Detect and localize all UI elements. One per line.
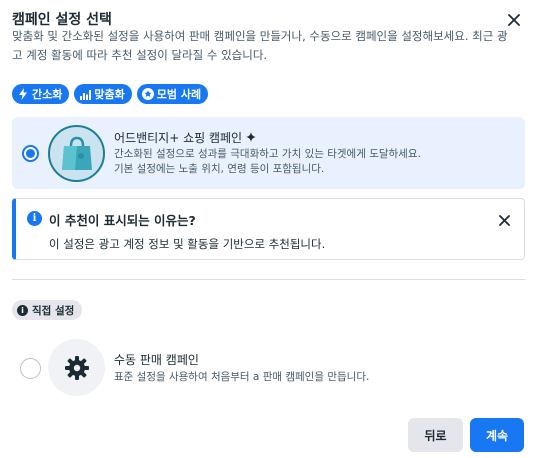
info-body: 이 설정은 광고 계정 정보 및 활동을 기반으로 추천됩니다.	[49, 237, 326, 251]
chip-label: 간소화	[32, 88, 63, 101]
manual-sales-option[interactable]: 수동 판매 캠페인 표준 설정을 사용하여 처음부터 a 판매 캠페인을 만듭니…	[12, 337, 525, 401]
continue-button[interactable]: 계속	[470, 418, 524, 452]
chip-label: 맞춤화	[94, 88, 125, 101]
feature-chips: 간소화 맞춤화 모범 사례	[12, 84, 209, 104]
section-divider	[12, 279, 525, 280]
manual-option-subtitle: 표준 설정을 사용하여 처음부터 a 판매 캠페인을 만듭니다.	[114, 371, 370, 383]
option-title-wrap: 어드밴티지+ 쇼핑 캠페인	[114, 129, 256, 146]
info-title: 이 추천이 표시되는 이유는?	[49, 213, 196, 228]
sparkle-icon	[245, 131, 256, 145]
info-icon: i	[27, 211, 42, 226]
chip-simplified: 간소화	[12, 84, 70, 104]
option-desc-line2: 기본 설정에는 노출 위치, 연령 등이 포함됩니다.	[114, 163, 325, 175]
info-icon: i	[17, 304, 28, 316]
manual-thumbnail	[48, 339, 105, 396]
back-button[interactable]: 뒤로	[408, 418, 463, 452]
bar-chart-icon	[79, 88, 91, 100]
campaign-thumbnail	[48, 125, 105, 182]
info-close-button[interactable]	[494, 210, 514, 230]
radio-selected[interactable]	[22, 145, 39, 162]
manual-chip-label: 직접 설정	[32, 304, 75, 317]
option-desc-line1: 간소화된 설정으로 성과를 극대화하고 가치 있는 타겟에게 도달하세요.	[114, 148, 421, 160]
manual-option-title: 수동 판매 캠페인	[114, 353, 199, 367]
close-icon	[498, 214, 510, 226]
option-title: 어드밴티지+ 쇼핑 캠페인	[114, 131, 243, 145]
campaign-setup-dialog: 캠페인 설정 선택 맞춤화 및 간소화된 설정을 사용하여 판매 캠페인을 만들…	[0, 0, 538, 458]
chip-best-practices: 모범 사례	[136, 84, 209, 104]
gear-icon	[64, 355, 89, 380]
radio-unselected[interactable]	[20, 358, 41, 379]
chip-label: 모범 사례	[156, 88, 202, 101]
chip-personalized: 맞춤화	[74, 84, 132, 104]
shopping-bag-icon	[61, 136, 92, 170]
recommendation-info-box: i 이 추천이 표시되는 이유는? 이 설정은 광고 계정 정보 및 활동을 기…	[12, 198, 525, 260]
dialog-description: 맞춤화 및 간소화된 설정을 사용하여 판매 캠페인을 만들거나, 수동으로 캠…	[12, 29, 508, 62]
lightning-icon	[17, 88, 29, 100]
dialog-title: 캠페인 설정 선택	[12, 12, 112, 28]
manual-setup-chip: i 직접 설정	[12, 300, 83, 320]
close-icon	[508, 14, 520, 26]
advantage-shopping-option[interactable]: 어드밴티지+ 쇼핑 캠페인 간소화된 설정으로 성과를 극대화하고 가치 있는 …	[12, 117, 525, 189]
star-icon	[141, 88, 154, 100]
